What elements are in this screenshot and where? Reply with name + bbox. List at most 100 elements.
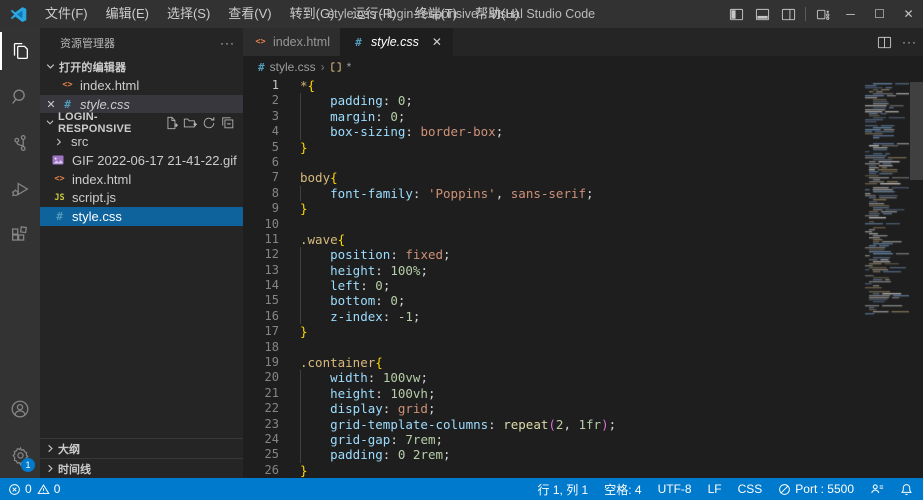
code-line-4[interactable]: 4 box-sizing: border-box; xyxy=(243,124,923,139)
menu-[interactable]: 编辑(E) xyxy=(97,0,158,28)
toggle-sidebar-icon[interactable] xyxy=(723,0,749,28)
file-item-gif-2022-06-17-21-41-22-gif[interactable]: GIF 2022-06-17 21-41-22.gif xyxy=(40,151,243,170)
close-editor-icon[interactable]: ✕ xyxy=(42,98,60,111)
code-line-14[interactable]: 14 left: 0; xyxy=(243,278,923,293)
code-line-26[interactable]: 26} xyxy=(243,463,923,478)
maximize-button[interactable]: ☐ xyxy=(865,0,894,28)
code-line-7[interactable]: 7body{ xyxy=(243,170,923,185)
settings-gear-icon[interactable]: 1 xyxy=(0,432,40,478)
problems-warnings[interactable]: 0 xyxy=(37,482,61,496)
notifications-bell-icon[interactable] xyxy=(900,483,913,496)
cursor-position[interactable]: 行 1, 列 1 xyxy=(538,481,589,498)
code-line-21[interactable]: 21 height: 100vh; xyxy=(243,386,923,401)
code-line-12[interactable]: 12 position: fixed; xyxy=(243,247,923,262)
code-line-24[interactable]: 24 grid-gap: 7rem; xyxy=(243,432,923,447)
css-file-icon: # xyxy=(60,98,75,111)
menu-[interactable]: 查看(V) xyxy=(219,0,280,28)
code-line-18[interactable]: 18 xyxy=(243,340,923,355)
timeline-panel-header[interactable]: 时间线 xyxy=(40,458,243,478)
open-editors-header[interactable]: 打开的编辑器 xyxy=(40,57,243,76)
minimap[interactable] xyxy=(863,80,909,320)
code-line-5[interactable]: 5} xyxy=(243,140,923,155)
code-line-2[interactable]: 2 padding: 0; xyxy=(243,93,923,108)
port-icon xyxy=(778,483,791,496)
code-line-10[interactable]: 10 xyxy=(243,217,923,232)
editor-group: <>index.html#style.css✕ ··· # style.css … xyxy=(243,28,923,478)
feedback-icon[interactable] xyxy=(870,482,884,496)
titlebar-separator xyxy=(805,7,806,21)
file-item-src[interactable]: src xyxy=(40,132,243,151)
problems-errors[interactable]: 0 xyxy=(8,482,32,496)
extensions-icon[interactable] xyxy=(0,212,40,258)
code-line-6[interactable]: 6 xyxy=(243,155,923,170)
breadcrumb-file[interactable]: style.css xyxy=(270,60,316,74)
sidebar-more-actions-icon[interactable]: ··· xyxy=(220,36,235,50)
code-line-20[interactable]: 20 width: 100vw; xyxy=(243,370,923,385)
toggle-secondary-sidebar-icon[interactable] xyxy=(775,0,801,28)
code-line-22[interactable]: 22 display: grid; xyxy=(243,401,923,416)
activity-bar: 1 xyxy=(0,28,40,478)
tab-index-html[interactable]: <>index.html xyxy=(243,28,341,56)
css-file-icon: # xyxy=(351,36,366,49)
code-line-19[interactable]: 19.container{ xyxy=(243,355,923,370)
code-line-23[interactable]: 23 grid-template-columns: repeat(2, 1fr)… xyxy=(243,417,923,432)
code-line-11[interactable]: 11.wave{ xyxy=(243,232,923,247)
close-button[interactable]: ✕ xyxy=(894,0,923,28)
collapse-all-icon[interactable] xyxy=(221,116,235,130)
code-line-1[interactable]: 1*{ xyxy=(243,78,923,93)
code-line-16[interactable]: 16 z-index: -1; xyxy=(243,309,923,324)
vscode-logo-icon xyxy=(0,6,36,23)
tab-bar: <>index.html#style.css✕ ··· xyxy=(243,28,923,56)
editor-more-actions-icon[interactable]: ··· xyxy=(902,35,917,49)
outline-panel-header[interactable]: 大纲 xyxy=(40,438,243,458)
breadcrumb[interactable]: # style.css › * xyxy=(243,56,923,78)
open-editor-index-html[interactable]: <>index.html xyxy=(40,76,243,95)
file-item-style-css[interactable]: #style.css xyxy=(40,207,243,226)
css-file-icon: # xyxy=(258,61,265,74)
code-line-9[interactable]: 9} xyxy=(243,201,923,216)
image-file-icon xyxy=(52,154,67,166)
source-control-icon[interactable] xyxy=(0,120,40,166)
language-mode[interactable]: CSS xyxy=(738,482,763,496)
eol-sequence[interactable]: LF xyxy=(708,482,722,496)
file-item-index-html[interactable]: <>index.html xyxy=(40,170,243,189)
editor-scrollbar[interactable] xyxy=(910,82,923,180)
run-debug-icon[interactable] xyxy=(0,166,40,212)
split-editor-icon[interactable] xyxy=(877,35,892,50)
live-server-port[interactable]: Port : 5500 xyxy=(778,482,854,496)
html-file-icon: <> xyxy=(52,174,67,184)
new-file-icon[interactable] xyxy=(164,116,178,130)
breadcrumb-symbol[interactable]: * xyxy=(347,60,352,74)
code-line-17[interactable]: 17} xyxy=(243,324,923,339)
toggle-panel-icon[interactable] xyxy=(749,0,775,28)
css-file-icon: # xyxy=(52,210,67,223)
account-icon[interactable] xyxy=(0,386,40,432)
menu-[interactable]: 选择(S) xyxy=(158,0,219,28)
chevron-right-icon xyxy=(52,135,66,149)
encoding[interactable]: UTF-8 xyxy=(658,482,692,496)
html-file-icon: <> xyxy=(253,37,268,47)
explorer-sidebar: 资源管理器 ··· 打开的编辑器 <>index.html✕#style.css… xyxy=(40,28,243,478)
search-icon[interactable] xyxy=(0,74,40,120)
indentation[interactable]: 空格: 4 xyxy=(604,481,641,498)
customize-layout-icon[interactable] xyxy=(810,0,836,28)
folder-header[interactable]: LOGIN-RESPONSIVE xyxy=(40,113,243,132)
new-folder-icon[interactable] xyxy=(183,116,197,130)
close-tab-icon[interactable]: ✕ xyxy=(432,35,442,49)
breadcrumb-separator: › xyxy=(321,60,325,74)
code-line-13[interactable]: 13 height: 100%; xyxy=(243,263,923,278)
explorer-icon[interactable] xyxy=(0,28,40,74)
refresh-icon[interactable] xyxy=(202,116,216,130)
code-line-15[interactable]: 15 bottom: 0; xyxy=(243,293,923,308)
tab-style-css[interactable]: #style.css✕ xyxy=(341,28,453,56)
error-icon xyxy=(8,483,21,496)
menu-[interactable]: 文件(F) xyxy=(36,0,97,28)
settings-badge: 1 xyxy=(21,458,35,472)
code-line-3[interactable]: 3 margin: 0; xyxy=(243,109,923,124)
code-line-25[interactable]: 25 padding: 0 2rem; xyxy=(243,447,923,462)
file-item-script-js[interactable]: JSscript.js xyxy=(40,188,243,207)
minimize-button[interactable]: ─ xyxy=(836,0,865,28)
code-editor[interactable]: 1*{2 padding: 0;3 margin: 0;4 box-sizing… xyxy=(243,78,923,478)
code-line-8[interactable]: 8 font-family: 'Poppins', sans-serif; xyxy=(243,186,923,201)
chevron-right-icon xyxy=(43,461,58,476)
